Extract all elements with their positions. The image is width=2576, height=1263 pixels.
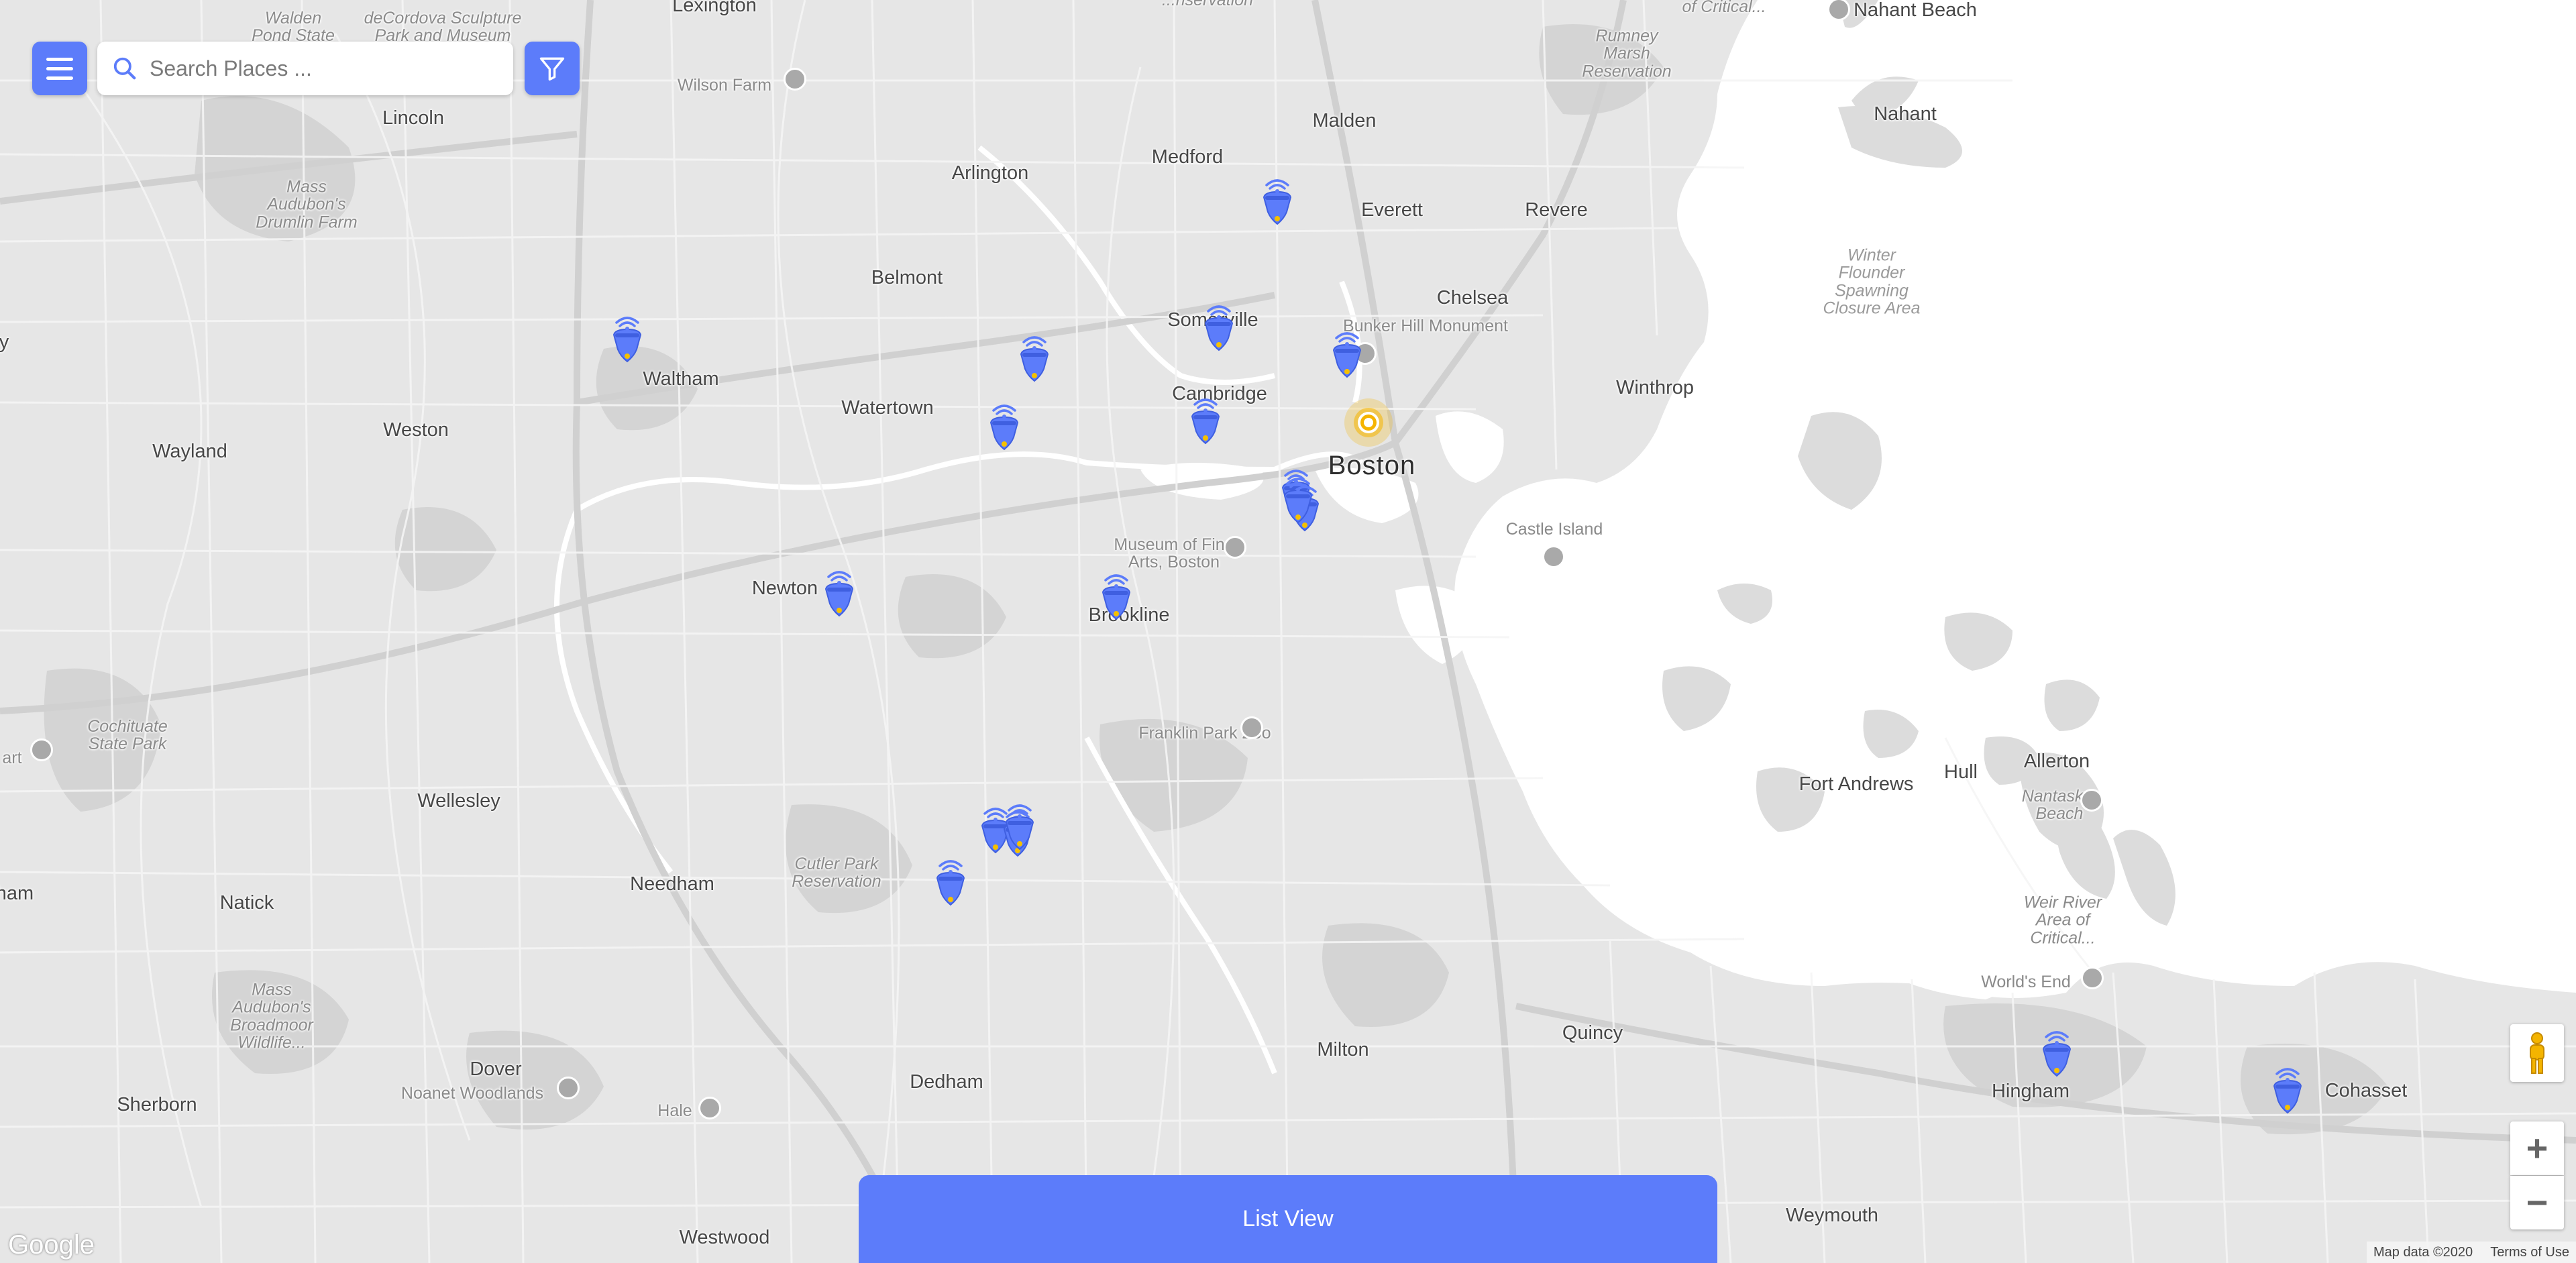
map-label-wellesley: Wellesley <box>417 789 500 812</box>
poi-art-icon[interactable] <box>30 738 53 761</box>
map-label-worlds-end: World's End <box>1981 972 2071 991</box>
google-logo: Google <box>8 1230 95 1260</box>
map-label-rumney-marsh: Rumney Marsh Reservation <box>1582 26 1672 81</box>
map-label-dover: Dover <box>470 1058 522 1080</box>
street-view-pegman-button[interactable] <box>2510 1024 2564 1082</box>
poi-location-icon[interactable] <box>698 1097 721 1119</box>
map-label-natick: Natick <box>219 891 274 914</box>
pegman-icon <box>2530 1032 2544 1074</box>
map-label-weir-river: Weir River Area of Critical... <box>2023 893 2102 948</box>
map-label-cohasset: Cohasset <box>2324 1079 2408 1101</box>
map-label-revere: Revere <box>1525 199 1588 221</box>
map-label-bunker-hill: Bunker Hill Monument <box>1343 316 1508 335</box>
plus-icon: + <box>2526 1127 2548 1169</box>
search-input[interactable] <box>148 55 500 82</box>
wifi-location-pin-icon[interactable] <box>1014 331 1055 385</box>
map-label-ham: ham <box>0 882 34 904</box>
map-label-lexington: Lexington <box>672 0 757 16</box>
hamburger-icon-line <box>46 66 73 70</box>
wifi-location-pin-icon[interactable] <box>1185 394 1226 447</box>
wifi-location-pin-icon[interactable] <box>2037 1026 2077 1080</box>
poi-museum-icon[interactable] <box>1224 536 1246 559</box>
wifi-location-pin-icon[interactable] <box>607 312 647 366</box>
map-label-cutler-park: Cutler Park Reservation <box>792 854 881 891</box>
poi-park-icon[interactable] <box>2081 967 2104 989</box>
map-label-dedham: Dedham <box>910 1070 983 1093</box>
map-label-winter-flounder: Winter Flounder Spawning Closure Area <box>1823 245 1921 318</box>
map-label-newton: Newton <box>751 577 818 599</box>
search-icon <box>113 57 136 80</box>
map-label-decordova: deCordova Sculpture Park and Museum <box>364 8 522 45</box>
wifi-location-pin-icon[interactable] <box>1257 174 1297 228</box>
wifi-location-pin-icon[interactable] <box>819 566 859 620</box>
wifi-location-pin-icon[interactable] <box>1278 473 1318 527</box>
map-label-allerton: Allerton <box>2023 750 2090 772</box>
wifi-location-pin-icon[interactable] <box>1096 569 1136 623</box>
map-label-art: art <box>2 748 22 767</box>
map-label-of-critical: of Critical... <box>1682 0 1766 16</box>
wifi-location-pin-icon[interactable] <box>930 855 971 909</box>
hamburger-icon-line <box>46 76 73 80</box>
map-label-arlington: Arlington <box>951 162 1029 184</box>
map-label-quincy: Quincy <box>1562 1022 1623 1044</box>
map-label-fort-andrews: Fort Andrews <box>1799 773 1914 795</box>
poi-camera-icon[interactable] <box>557 1077 580 1099</box>
map-label-hale: Hale <box>657 1101 692 1120</box>
hamburger-icon-line <box>46 57 73 61</box>
poi-landmark-icon[interactable] <box>1542 545 1565 568</box>
map-label-wayland: Wayland <box>152 440 227 462</box>
filter-button[interactable] <box>525 42 580 95</box>
wifi-location-pin-icon[interactable] <box>1327 327 1367 381</box>
map-label-conservation: ...nservation <box>1162 0 1253 9</box>
wifi-location-pin-icon[interactable] <box>1199 300 1239 354</box>
map-label-belmont: Belmont <box>871 266 943 288</box>
wifi-location-pin-icon[interactable] <box>984 400 1024 453</box>
map-label-winthrop: Winthrop <box>1615 376 1695 398</box>
map-label-malden: Malden <box>1312 109 1377 131</box>
map-label-cochituate: Cochituate State Park <box>87 716 168 753</box>
map-label-milton: Milton <box>1317 1038 1369 1060</box>
list-view-button[interactable]: List View <box>859 1175 1717 1263</box>
map-label-museum-fine-arts: Museum of Fine Arts, Boston <box>1114 535 1234 571</box>
map-label-wilson-farm: Wilson Farm <box>677 75 772 95</box>
poi-shop-icon[interactable] <box>784 68 806 91</box>
map-label-walden-pond: Walden Pond State <box>252 8 335 45</box>
map-label-everett: Everett <box>1361 199 1423 221</box>
minus-icon: − <box>2526 1181 2548 1223</box>
map-label-sherborn: Sherborn <box>117 1093 197 1115</box>
map-label-nahant-beach: Nahant Beach <box>1854 0 1977 21</box>
wifi-location-pin-icon[interactable] <box>1000 800 1040 853</box>
wifi-location-pin-icon[interactable] <box>2267 1063 2308 1117</box>
poi-zoo-icon[interactable] <box>1240 716 1263 739</box>
filter-icon <box>539 57 565 81</box>
current-location-icon <box>1344 398 1393 447</box>
zoom-out-button[interactable]: − <box>2510 1176 2564 1229</box>
map-label-nahant: Nahant <box>1874 103 1937 125</box>
map-label-mass-audubon-drumlin: Mass Audubon's Drumlin Farm <box>256 177 358 232</box>
map-label-watertown: Watertown <box>841 396 934 419</box>
map-label-waltham: Waltham <box>643 368 719 390</box>
map-label-y: y <box>0 331 9 353</box>
map-label-needham: Needham <box>630 873 714 895</box>
map-label-weston: Weston <box>383 419 449 441</box>
map-label-castle-island: Castle Island <box>1505 519 1603 539</box>
terms-of-use-link[interactable]: Terms of Use <box>2490 1245 2569 1260</box>
map-label-lincoln: Lincoln <box>382 107 444 129</box>
map-label-westwood: Westwood <box>679 1226 770 1248</box>
map-label-mass-audubon-broadmoor: Mass Audubon's Broadmoor Wildlife... <box>230 980 313 1052</box>
map-label-boston: Boston <box>1328 451 1416 480</box>
map-data-text: Map data ©2020 <box>2373 1244 2473 1260</box>
menu-button[interactable] <box>32 42 87 95</box>
map-label-noanet: Noanet Woodlands <box>400 1083 544 1103</box>
map-label-medford: Medford <box>1151 146 1224 168</box>
map-label-hull: Hull <box>1944 761 1978 783</box>
search-bar[interactable] <box>97 42 513 95</box>
poi-beach-icon[interactable] <box>2080 789 2103 812</box>
map-label-chelsea: Chelsea <box>1436 286 1509 309</box>
zoom-in-button[interactable]: + <box>2510 1121 2564 1175</box>
map-attribution: Map data ©2020 Terms of Use <box>2367 1242 2576 1263</box>
map-label-weymouth: Weymouth <box>1785 1204 1879 1226</box>
map-label-hingham: Hingham <box>1991 1080 2070 1102</box>
